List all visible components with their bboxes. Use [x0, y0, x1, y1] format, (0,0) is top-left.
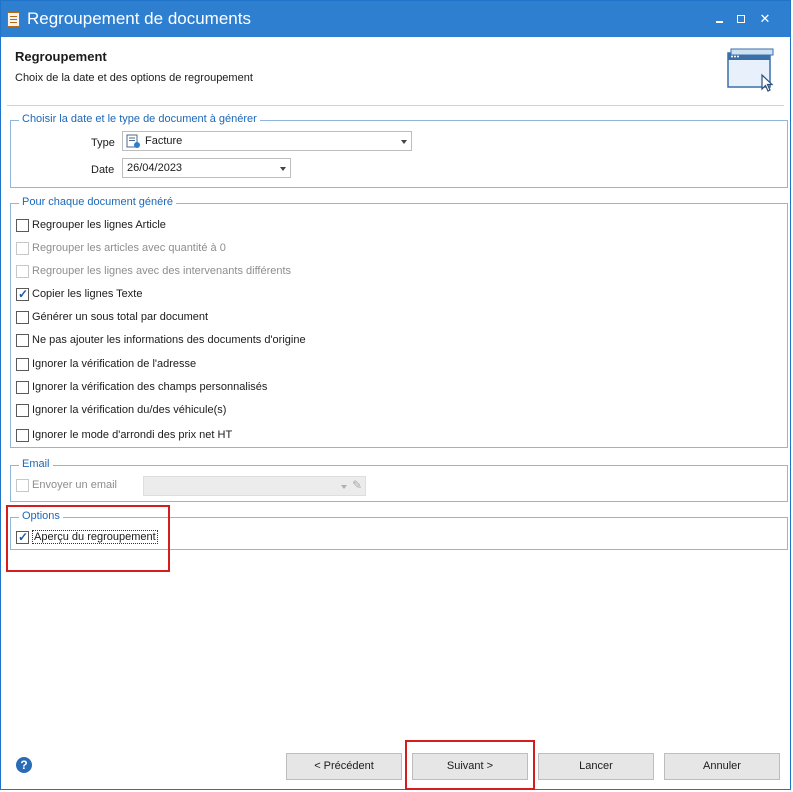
minimize-icon	[715, 21, 723, 23]
help-icon[interactable]: ?	[16, 757, 32, 773]
date-dropdown-arrow-icon[interactable]	[280, 167, 286, 171]
send-email-checkbox[interactable]	[16, 479, 29, 492]
send-email-label: Envoyer un email	[32, 479, 117, 491]
option-checkbox-label: Ignorer la vérification des champs perso…	[32, 381, 268, 393]
option-checkbox-label: Ignorer la vérification du/des véhicule(…	[32, 404, 227, 416]
type-label: Type	[91, 137, 115, 149]
option-checkbox[interactable]: ✓	[16, 287, 29, 301]
date-value: 26/04/2023	[127, 162, 183, 174]
email-dropdown-arrow-icon	[341, 485, 347, 489]
group-email-legend: Email	[19, 458, 53, 470]
option-checkbox[interactable]	[16, 429, 29, 442]
launch-button[interactable]: Lancer	[538, 753, 654, 780]
option-checkbox[interactable]	[16, 242, 29, 255]
previous-button[interactable]: < Précédent	[286, 753, 402, 780]
option-checkbox-label: Générer un sous total par document	[32, 311, 209, 323]
maximize-button[interactable]	[732, 11, 750, 27]
type-select[interactable]: Facture	[122, 131, 412, 151]
date-picker[interactable]: 26/04/2023	[122, 158, 291, 178]
option-checkbox[interactable]	[16, 334, 29, 347]
next-button[interactable]: Suivant >	[412, 753, 528, 780]
email-recipient-select[interactable]: ✎	[143, 476, 366, 496]
option-checkbox-label: Regrouper les articles avec quantité à 0	[32, 242, 226, 254]
date-label: Date	[91, 164, 115, 176]
group-date-type-legend: Choisir la date et le type de document à…	[19, 113, 260, 125]
header-separator	[7, 105, 784, 106]
invoice-icon	[126, 134, 140, 148]
highlight-options-box	[6, 505, 170, 572]
close-button[interactable]: ✕	[756, 11, 774, 27]
type-dropdown-arrow-icon[interactable]	[401, 140, 407, 144]
close-icon: ✕	[759, 11, 771, 26]
option-checkbox[interactable]	[16, 219, 29, 232]
page-title: Regroupement	[15, 49, 107, 64]
option-checkbox-label: Copier les lignes Texte	[32, 288, 143, 300]
document-app-icon	[7, 12, 20, 27]
option-checkbox[interactable]	[16, 404, 29, 417]
cancel-button[interactable]: Annuler	[664, 753, 780, 780]
type-value: Facture	[145, 135, 183, 147]
group-each-document-legend: Pour chaque document généré	[19, 196, 177, 208]
option-checkbox-label: Ignorer la vérification de l'adresse	[32, 358, 197, 370]
title-bar[interactable]: Regroupement de documents ✕	[1, 1, 790, 37]
option-checkbox[interactable]	[16, 311, 29, 324]
minimize-button[interactable]	[710, 11, 728, 27]
option-checkbox-label: Regrouper les lignes Article	[32, 219, 166, 231]
dialog-window: Regroupement de documents ✕ Regroupement…	[0, 0, 791, 790]
option-checkbox[interactable]	[16, 381, 29, 394]
option-checkbox[interactable]	[16, 265, 29, 278]
page-subtitle: Choix de la date et des options de regro…	[15, 72, 253, 84]
checkmark-icon: ✓	[18, 287, 29, 301]
option-checkbox-label: Regrouper les lignes avec des intervenan…	[32, 265, 292, 277]
group-email: Email	[10, 458, 788, 502]
window-cursor-illustration-icon	[727, 48, 774, 92]
option-checkbox-label: Ne pas ajouter les informations des docu…	[32, 334, 306, 346]
maximize-icon	[737, 15, 745, 23]
option-checkbox[interactable]	[16, 358, 29, 371]
option-checkbox-label: Ignorer le mode d'arrondi des prix net H…	[32, 429, 233, 441]
window-title: Regroupement de documents	[27, 9, 251, 28]
edit-pencil-icon: ✎	[351, 478, 362, 492]
